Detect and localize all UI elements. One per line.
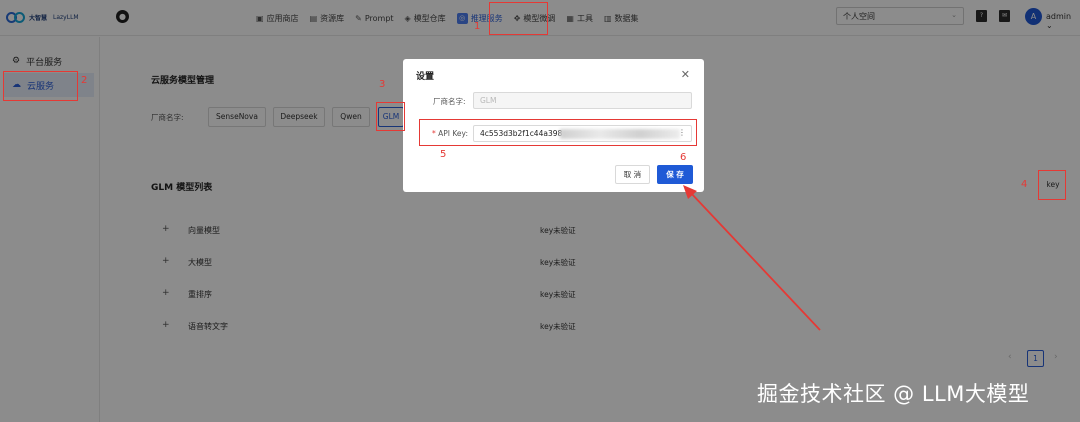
annotation-number: 6 bbox=[680, 152, 687, 163]
close-icon[interactable]: ✕ bbox=[681, 68, 690, 81]
annotation-box-glm bbox=[376, 102, 405, 131]
cancel-button[interactable]: 取 消 bbox=[615, 165, 650, 184]
annotation-number: 5 bbox=[440, 149, 447, 160]
annotation-box-inference bbox=[489, 2, 548, 35]
annotation-number: 3 bbox=[379, 79, 386, 90]
annotation-box-key bbox=[1038, 170, 1066, 200]
vendor-name-field: GLM bbox=[473, 92, 692, 109]
modal-vendor-label: 厂商名字: bbox=[433, 97, 466, 106]
save-button[interactable]: 保 存 bbox=[657, 165, 693, 184]
modal-title: 设置 bbox=[416, 72, 435, 82]
annotation-box-cloud bbox=[3, 71, 78, 101]
annotation-number: 1 bbox=[474, 21, 481, 32]
annotation-number: 4 bbox=[1021, 179, 1028, 190]
annotation-number: 2 bbox=[81, 75, 88, 86]
annotation-box-apikey bbox=[419, 119, 697, 146]
watermark: 掘金技术社区 @ LLM大模型 bbox=[757, 382, 1030, 406]
